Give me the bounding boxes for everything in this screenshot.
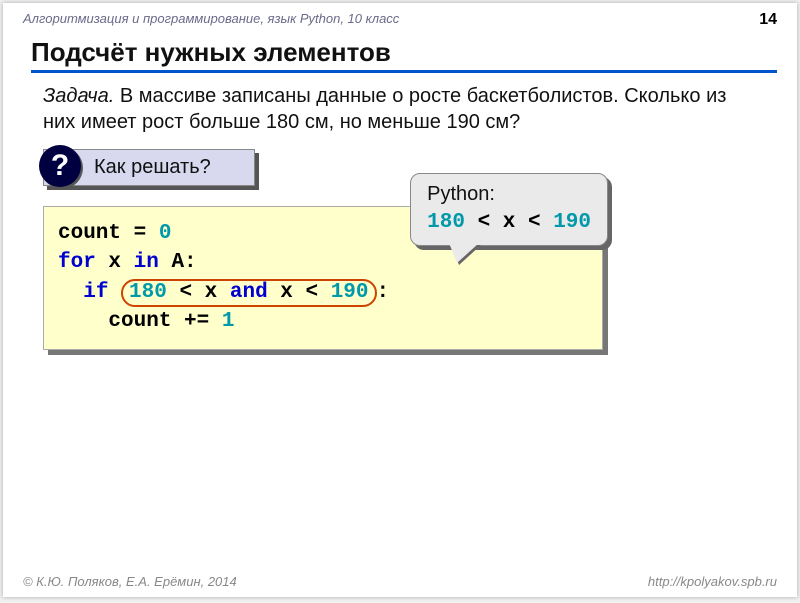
code-line-2: for x in A: (58, 248, 588, 277)
condition-highlight: 180 < x and x < 190 (121, 279, 376, 307)
footer: © К.Ю. Поляков, Е.А. Ерёмин, 2014 http:/… (23, 574, 777, 589)
page-number: 14 (759, 11, 777, 29)
question-text: Как решать? (94, 156, 211, 178)
code-line-4: count += 1 (58, 307, 588, 336)
callout-tail-icon (449, 243, 479, 263)
question-box: Как решать? ? (43, 149, 255, 186)
copyright: © К.Ю. Поляков, Е.А. Ерёмин, 2014 (23, 574, 237, 589)
code-block: Python: 180 < x < 190 count = 0 for x in… (43, 206, 603, 350)
python-callout: Python: 180 < x < 190 (410, 173, 608, 246)
task-label: Задача. (43, 85, 114, 107)
course-label: Алгоритмизация и программирование, язык … (23, 11, 399, 29)
code-line-3: if 180 < x and x < 190: (58, 278, 588, 307)
top-bar: Алгоритмизация и программирование, язык … (3, 3, 797, 33)
slide-title: Подсчёт нужных элементов (31, 37, 777, 73)
task-text: Задача. В массиве записаны данные о рост… (43, 83, 757, 135)
python-label: Python: (427, 180, 591, 208)
task-body: В массиве записаны данные о росте баскет… (43, 85, 726, 133)
question-mark-icon: ? (39, 145, 81, 187)
slide: Алгоритмизация и программирование, язык … (3, 3, 797, 597)
footer-url: http://kpolyakov.spb.ru (648, 574, 777, 589)
python-short-code: 180 < x < 190 (427, 208, 591, 237)
